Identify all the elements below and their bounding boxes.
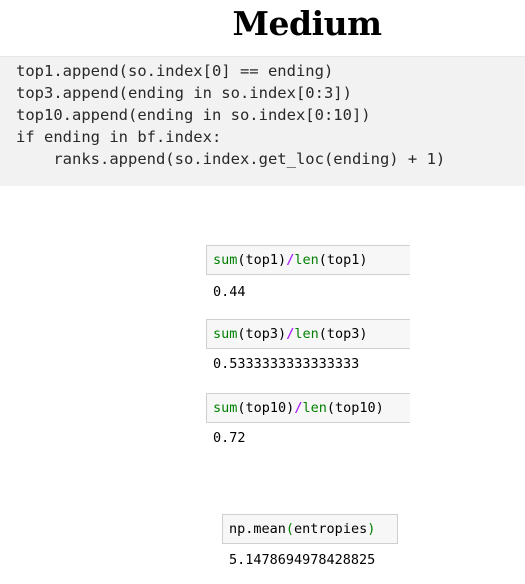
notebook-input-cell-top1: sum(top1)/len(top1) (206, 245, 410, 275)
cell-output-top1: 0.44 (213, 284, 246, 300)
len-function: len (302, 400, 327, 416)
sum-argument: (top1) (237, 252, 287, 268)
sum-function: sum (213, 252, 238, 268)
sum-function: sum (213, 326, 238, 342)
code-block: top1.append(so.index[0] == ending) top3.… (0, 56, 525, 186)
sum-function: sum (213, 400, 238, 416)
code-line: ranks.append(so.index.get_loc(ending) + … (16, 150, 446, 168)
sum-argument: (top3) (237, 326, 287, 342)
open-paren: ( (285, 521, 295, 537)
notebook-input-cell-mean: np.mean(entropies) (222, 514, 398, 544)
cell-output-top3: 0.5333333333333333 (213, 356, 360, 372)
np-mean-call: np.mean (229, 521, 286, 537)
code-line: if ending in bf.index: (16, 128, 222, 146)
len-function: len (294, 252, 319, 268)
code-line: top3.append(ending in so.index[0:3]) (16, 84, 352, 102)
cell-output-mean: 5.1478694978428825 (229, 552, 376, 568)
len-argument: (top3) (318, 326, 368, 342)
notebook-input-cell-top10: sum(top10)/len(top10) (206, 393, 410, 423)
len-argument: (top1) (318, 252, 368, 268)
len-argument: (top10) (326, 400, 384, 416)
cell-output-top10: 0.72 (213, 430, 246, 446)
code-line: top10.append(ending in so.index[0:10]) (16, 106, 371, 124)
medium-logo[interactable]: Medium (0, 4, 525, 43)
sum-argument: (top10) (237, 400, 295, 416)
mean-argument: entropies (294, 521, 368, 537)
code-line: top1.append(so.index[0] == ending) (16, 62, 334, 80)
len-function: len (294, 326, 319, 342)
notebook-input-cell-top3: sum(top3)/len(top3) (206, 319, 410, 349)
close-paren: ) (367, 521, 376, 537)
